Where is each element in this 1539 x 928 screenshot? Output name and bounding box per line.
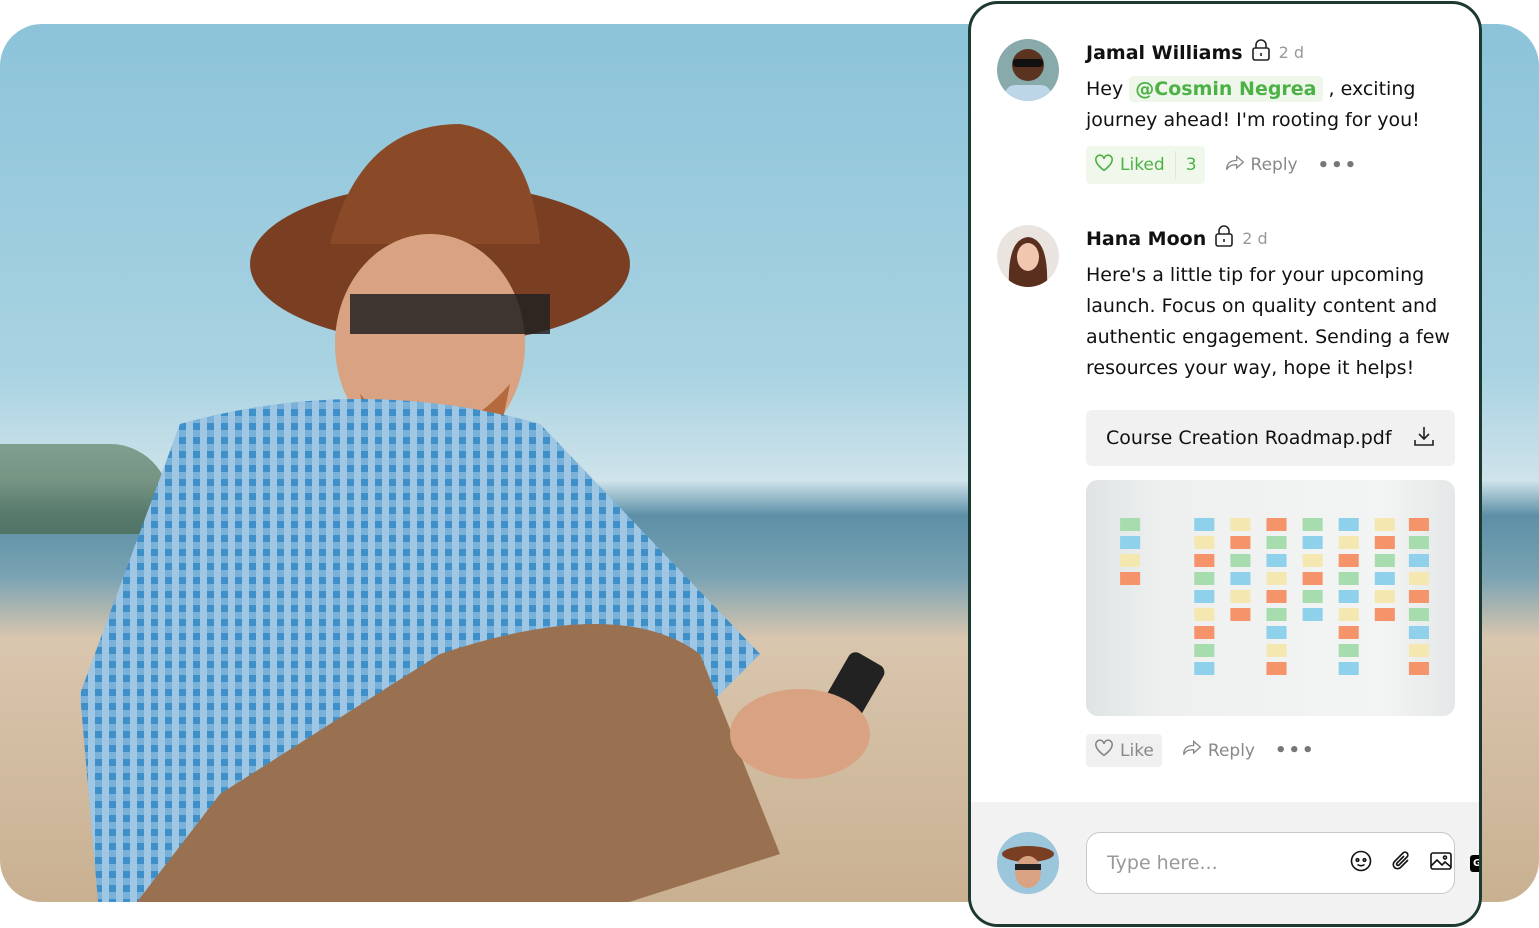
current-user-avatar bbox=[997, 832, 1059, 894]
sticky-note bbox=[1338, 590, 1359, 603]
lock-icon bbox=[1251, 39, 1271, 66]
attachment-image-sticky-notes[interactable] bbox=[1086, 480, 1455, 716]
comment-text: Here's a little tip for your upcoming la… bbox=[1086, 264, 1450, 379]
sticky-note bbox=[1194, 554, 1215, 567]
sticky-note bbox=[1302, 590, 1323, 603]
sticky-note bbox=[1338, 626, 1359, 639]
emoji-icon[interactable] bbox=[1350, 850, 1372, 876]
sticky-note bbox=[1374, 536, 1395, 549]
sticky-note bbox=[1338, 536, 1359, 549]
gif-button[interactable]: GIF bbox=[1470, 854, 1479, 872]
sticky-note bbox=[1408, 554, 1429, 567]
attachment-file[interactable]: Course Creation Roadmap.pdf bbox=[1086, 410, 1455, 466]
sticky-note bbox=[1194, 644, 1215, 657]
sticky-note bbox=[1408, 662, 1429, 675]
sticky-note bbox=[1266, 608, 1287, 621]
sticky-note bbox=[1194, 662, 1215, 675]
sticky-note bbox=[1338, 572, 1359, 585]
sticky-note bbox=[1374, 572, 1395, 585]
lock-icon bbox=[1214, 225, 1234, 252]
sticky-note bbox=[1374, 608, 1395, 621]
comment-input[interactable] bbox=[1107, 852, 1350, 874]
reply-button[interactable]: Reply bbox=[1225, 154, 1298, 177]
avatar[interactable] bbox=[997, 225, 1059, 287]
sticky-note bbox=[1266, 572, 1287, 585]
sticky-note bbox=[1120, 518, 1141, 531]
comments-panel: Jamal Williams 2 d Hey @Cosmin Negrea, e… bbox=[968, 1, 1482, 927]
comment-input-box[interactable]: GIF bbox=[1086, 832, 1479, 894]
image-icon[interactable] bbox=[1430, 851, 1452, 875]
sticky-note bbox=[1374, 590, 1395, 603]
man-with-phone-illustration bbox=[80, 124, 885, 902]
sticky-note bbox=[1194, 626, 1215, 639]
sticky-note bbox=[1266, 554, 1287, 567]
like-count: 3 bbox=[1185, 155, 1197, 175]
sticky-note bbox=[1230, 608, 1251, 621]
avatar[interactable] bbox=[997, 39, 1059, 101]
sticky-note bbox=[1374, 518, 1395, 531]
sticky-note bbox=[1374, 554, 1395, 567]
sticky-note bbox=[1302, 554, 1323, 567]
sticky-note bbox=[1230, 536, 1251, 549]
author-name[interactable]: Jamal Williams bbox=[1086, 42, 1243, 64]
sticky-note bbox=[1194, 608, 1215, 621]
sticky-note bbox=[1302, 608, 1323, 621]
sticky-note bbox=[1266, 626, 1287, 639]
sticky-note bbox=[1230, 572, 1251, 585]
sticky-note bbox=[1338, 608, 1359, 621]
sticky-note bbox=[1120, 554, 1141, 567]
sticky-note bbox=[1230, 590, 1251, 603]
sticky-note bbox=[1408, 626, 1429, 639]
sticky-note bbox=[1302, 536, 1323, 549]
mention-link[interactable]: @Cosmin Negrea bbox=[1129, 76, 1323, 102]
sticky-note bbox=[1408, 518, 1429, 531]
sticky-note bbox=[1408, 644, 1429, 657]
sticky-note bbox=[1408, 608, 1429, 621]
download-icon[interactable] bbox=[1413, 425, 1435, 452]
sticky-note bbox=[1338, 644, 1359, 657]
like-label: Liked bbox=[1120, 155, 1165, 175]
share-arrow-icon bbox=[1182, 739, 1202, 762]
sticky-note bbox=[1408, 572, 1429, 585]
sticky-note bbox=[1266, 536, 1287, 549]
comment-text: Hey bbox=[1086, 78, 1124, 100]
sticky-note bbox=[1266, 644, 1287, 657]
sticky-note bbox=[1120, 536, 1141, 549]
sticky-note bbox=[1302, 572, 1323, 585]
composer: GIF bbox=[971, 802, 1479, 924]
timestamp: 2 d bbox=[1242, 229, 1268, 248]
sticky-note bbox=[1338, 662, 1359, 675]
more-options-button[interactable]: ••• bbox=[1318, 155, 1359, 176]
sticky-note bbox=[1338, 518, 1359, 531]
sticky-note bbox=[1266, 518, 1287, 531]
sticky-note bbox=[1266, 590, 1287, 603]
author-name[interactable]: Hana Moon bbox=[1086, 228, 1206, 250]
sticky-note bbox=[1266, 662, 1287, 675]
sticky-note bbox=[1408, 590, 1429, 603]
timestamp: 2 d bbox=[1278, 43, 1304, 62]
sticky-note bbox=[1338, 554, 1359, 567]
sticky-note bbox=[1230, 554, 1251, 567]
like-button[interactable]: Like bbox=[1086, 734, 1162, 767]
sticky-note bbox=[1194, 572, 1215, 585]
sticky-note bbox=[1194, 536, 1215, 549]
sticky-note bbox=[1194, 590, 1215, 603]
share-arrow-icon bbox=[1225, 154, 1245, 177]
reply-button[interactable]: Reply bbox=[1182, 739, 1255, 762]
sticky-note bbox=[1120, 572, 1141, 585]
liked-button[interactable]: Liked 3 bbox=[1086, 146, 1205, 184]
sticky-note bbox=[1408, 536, 1429, 549]
paperclip-icon[interactable] bbox=[1390, 850, 1412, 876]
heart-icon bbox=[1094, 153, 1114, 177]
sticky-note bbox=[1230, 518, 1251, 531]
heart-icon bbox=[1094, 739, 1114, 762]
more-options-button[interactable]: ••• bbox=[1275, 740, 1316, 761]
attachment-name: Course Creation Roadmap.pdf bbox=[1106, 427, 1392, 449]
sticky-note bbox=[1194, 518, 1215, 531]
sticky-note bbox=[1302, 518, 1323, 531]
